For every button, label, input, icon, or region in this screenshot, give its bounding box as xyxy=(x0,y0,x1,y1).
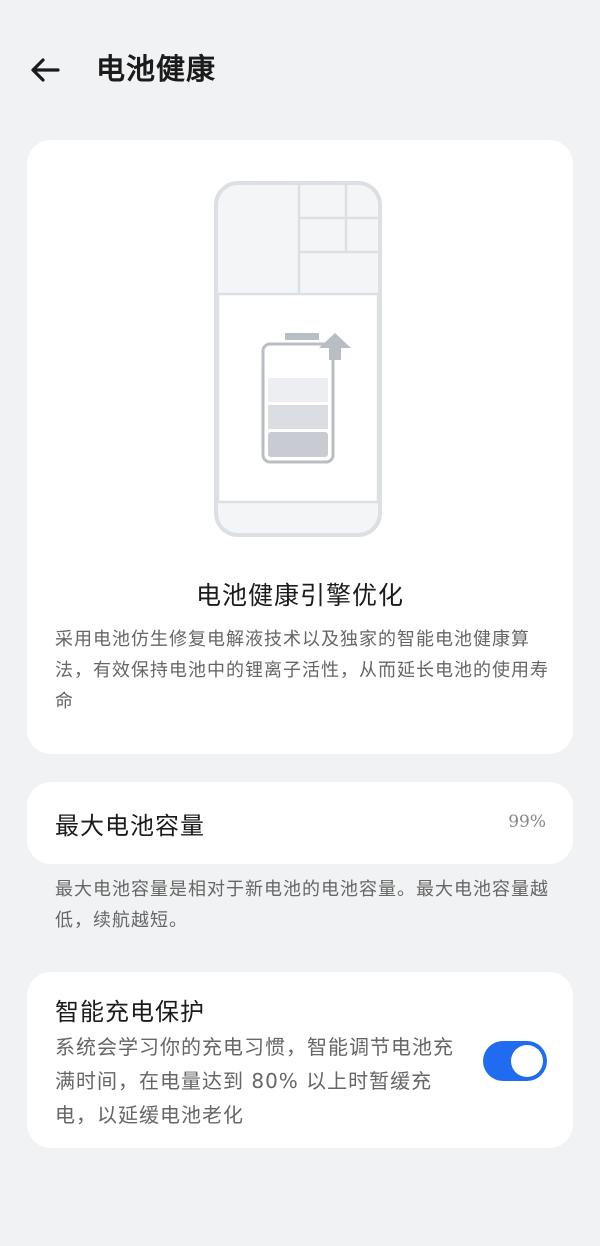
smart-charge-description: 系统会学习你的充电习惯，智能调节电池充满时间，在电量达到 80% 以上时暂缓充电… xyxy=(55,1035,454,1127)
max-capacity-label: 最大电池容量 xyxy=(55,812,205,840)
back-button[interactable] xyxy=(24,50,68,90)
engine-description: 采用电池仿生修复电解液技术以及独家的智能电池健康算法，有效保持电池中的锂离子活性… xyxy=(55,629,549,712)
top-app-bar: 电池健康 xyxy=(0,0,600,140)
toggle-knob xyxy=(511,1045,543,1077)
page-title: 电池健康 xyxy=(96,52,217,86)
smart-charge-title: 智能充电保护 xyxy=(55,998,205,1026)
battery-engine-card: 电池健康引擎优化 采用电池仿生修复电解液技术以及独家的智能电池健康算法，有效保持… xyxy=(27,140,573,754)
engine-title: 电池健康引擎优化 xyxy=(195,581,404,610)
arrow-left-icon xyxy=(31,58,60,82)
max-capacity-value: 99% xyxy=(508,812,546,832)
smart-charge-card: 智能充电保护 系统会学习你的充电习惯，智能调节电池充满时间，在电量达到 80% … xyxy=(27,972,573,1148)
phone-battery-illustration xyxy=(211,178,387,546)
max-capacity-note: 最大电池容量是相对于新电池的电池容量。最大电池容量越低，续航越短。 xyxy=(55,879,549,931)
smart-charge-toggle[interactable] xyxy=(483,1041,547,1081)
max-capacity-row: 最大电池容量 99% xyxy=(27,782,573,864)
